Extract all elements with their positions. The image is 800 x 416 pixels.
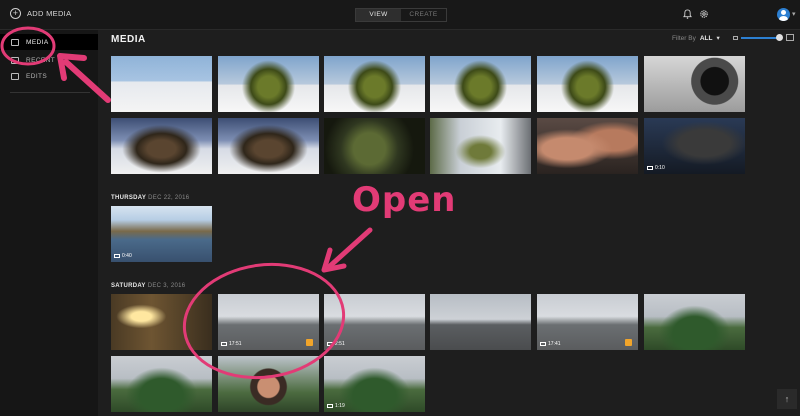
recent-icon	[11, 56, 19, 64]
media-thumbnail[interactable]	[111, 56, 212, 112]
filter-dropdown[interactable]: Filter By ALL ▾	[672, 34, 720, 43]
sidebar-item-media[interactable]: MEDIA	[0, 34, 98, 50]
avatar[interactable]	[777, 8, 790, 21]
video-camera-icon	[114, 254, 120, 258]
video-camera-icon	[540, 342, 546, 346]
view-tab[interactable]: VIEW	[356, 9, 401, 21]
view-create-toggle: VIEW CREATE	[355, 8, 447, 22]
media-thumbnail[interactable]	[111, 356, 212, 412]
sidebar-item-label: MEDIA	[26, 38, 49, 46]
video-thumbnail[interactable]: 17:41	[537, 294, 638, 350]
media-thumbnail[interactable]	[324, 118, 425, 174]
video-duration: 2:51	[335, 341, 345, 347]
sidebar: MEDIA RECENT EDITS	[0, 30, 98, 416]
zoom-in-icon[interactable]	[786, 34, 794, 41]
add-media-button[interactable]: + ADD MEDIA	[10, 8, 71, 19]
video-badge: 1:19	[327, 403, 345, 409]
video-duration: 17:51	[229, 341, 242, 347]
media-icon	[11, 38, 19, 46]
bell-icon[interactable]	[683, 9, 692, 19]
sidebar-item-recent[interactable]: RECENT	[0, 52, 98, 68]
sidebar-item-edits[interactable]: EDITS	[0, 68, 98, 84]
video-camera-icon	[647, 166, 653, 170]
edits-icon	[11, 72, 19, 80]
sidebar-divider	[10, 92, 90, 93]
section-date: DEC 3, 2016	[147, 283, 186, 289]
video-camera-icon	[327, 404, 333, 408]
video-thumbnail[interactable]: 0:10	[644, 118, 745, 174]
video-duration: 0:40	[122, 253, 132, 259]
video-badge: 17:41	[540, 341, 561, 347]
create-tab[interactable]: CREATE	[401, 9, 446, 21]
video-thumbnail[interactable]: 0:40	[111, 206, 212, 262]
section-date: DEC 22, 2016	[148, 195, 190, 201]
annotation-arrowhead-open	[321, 247, 347, 273]
media-thumbnail[interactable]	[218, 356, 319, 412]
plus-circle-icon: +	[10, 8, 21, 19]
zoom-out-icon[interactable]	[733, 36, 738, 40]
video-duration: 0:10	[655, 165, 665, 171]
page-title: MEDIA	[111, 34, 146, 45]
media-thumbnail[interactable]	[644, 294, 745, 350]
media-thumbnail[interactable]	[537, 118, 638, 174]
section-date-thursday: THURSDAY DEC 22, 2016	[111, 195, 189, 201]
media-thumbnail[interactable]	[111, 294, 212, 350]
video-camera-icon	[327, 342, 333, 346]
media-thumbnail[interactable]	[218, 118, 319, 174]
section-date-saturday: SATURDAY DEC 3, 2016	[111, 283, 185, 289]
favorite-icon[interactable]	[306, 339, 313, 346]
video-thumbnail[interactable]: 2:51	[324, 294, 425, 350]
annotation-open-text: Open	[352, 180, 457, 220]
filter-label: Filter By	[672, 34, 696, 42]
video-badge: 0:40	[114, 253, 132, 259]
media-thumbnail[interactable]	[644, 56, 745, 112]
arrow-up-icon[interactable]: ↑	[777, 389, 797, 409]
media-thumbnail[interactable]	[111, 118, 212, 174]
sidebar-item-label: EDITS	[26, 72, 48, 80]
media-thumbnail[interactable]	[430, 294, 531, 350]
zoom-slider-handle[interactable]	[776, 34, 783, 41]
video-camera-icon	[221, 342, 227, 346]
annotation-arrow-open	[327, 227, 373, 269]
media-thumbnail[interactable]	[218, 56, 319, 112]
video-badge: 17:51	[221, 341, 242, 347]
media-thumbnail[interactable]	[324, 56, 425, 112]
media-thumbnail[interactable]	[537, 56, 638, 112]
video-duration: 17:41	[548, 341, 561, 347]
video-badge: 2:51	[327, 341, 345, 347]
filter-value: ALL	[699, 34, 713, 42]
chevron-down-icon: ▾	[716, 35, 720, 42]
favorite-icon[interactable]	[625, 339, 632, 346]
top-bar: + ADD MEDIA VIEW CREATE ▾	[0, 0, 800, 30]
zoom-slider[interactable]	[741, 37, 779, 39]
section-weekday: SATURDAY	[111, 283, 146, 289]
video-thumbnail[interactable]: 17:51	[218, 294, 319, 350]
sidebar-item-label: RECENT	[26, 56, 56, 64]
chevron-down-icon[interactable]: ▾	[792, 10, 796, 18]
media-thumbnail[interactable]	[430, 56, 531, 112]
add-media-label: ADD MEDIA	[27, 9, 72, 18]
video-thumbnail[interactable]: 1:19	[324, 356, 425, 412]
section-weekday: THURSDAY	[111, 195, 147, 201]
gear-icon[interactable]	[699, 9, 709, 19]
media-thumbnail[interactable]	[430, 118, 531, 174]
video-duration: 1:19	[335, 403, 345, 409]
video-badge: 0:10	[647, 165, 665, 171]
